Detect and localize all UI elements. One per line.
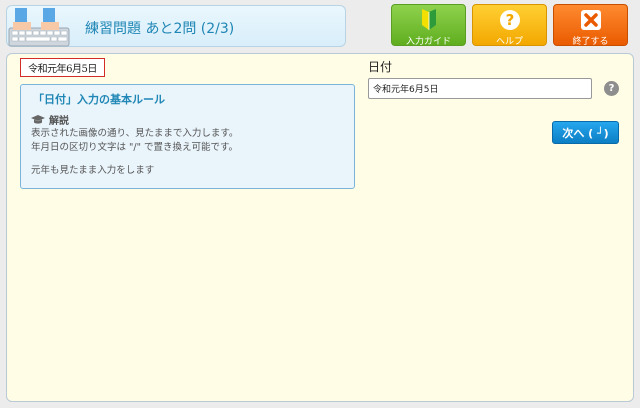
exit-button[interactable]: 終了する [553, 4, 628, 47]
main-panel: 令和元年6月5日 「日付」入力の基本ルール 解説 表示された画像の通り、見たまま… [6, 53, 634, 402]
date-field-label: 日付 [368, 60, 393, 74]
help-label: ヘルプ [495, 37, 523, 47]
svg-text:?: ? [505, 11, 514, 29]
next-button[interactable]: 次へ ( ┘) [552, 121, 619, 144]
rule-line: 表示された画像の通り、見たままで入力します。 [31, 128, 239, 139]
handwritten-date-image: 令和元年6月5日 [20, 58, 105, 77]
rules-title: 「日付」入力の基本ルール [33, 93, 165, 106]
rule-line: 元年も見たまま入力をします [31, 165, 155, 176]
help-button[interactable]: ? ヘルプ [472, 4, 547, 47]
header-panel: 練習問題 あと2問 (2/3) [6, 5, 346, 47]
question-icon: ? [499, 10, 520, 30]
close-icon [580, 10, 601, 30]
keyboard-hands-icon [8, 8, 70, 47]
rules-box: 「日付」入力の基本ルール 解説 表示された画像の通り、見たままで入力します。 年… [20, 84, 355, 189]
input-guide-label: 入力ガイド [405, 37, 451, 47]
field-help-icon[interactable]: ? [604, 81, 619, 96]
input-guide-button[interactable]: 入力ガイド [391, 4, 466, 47]
beginner-mark-icon [421, 9, 436, 30]
page-title: 練習問題 あと2問 (2/3) [85, 21, 235, 37]
graduation-cap-icon [31, 114, 45, 124]
app-window: 練習問題 あと2問 (2/3) 入力ガイド ? ヘルプ 終了する 令和元年6月5… [0, 0, 640, 408]
rule-line: 年月日の区切り文字は "/" で置き換え可能です。 [31, 142, 239, 153]
date-input[interactable] [368, 78, 592, 99]
exit-label: 終了する [572, 37, 609, 47]
